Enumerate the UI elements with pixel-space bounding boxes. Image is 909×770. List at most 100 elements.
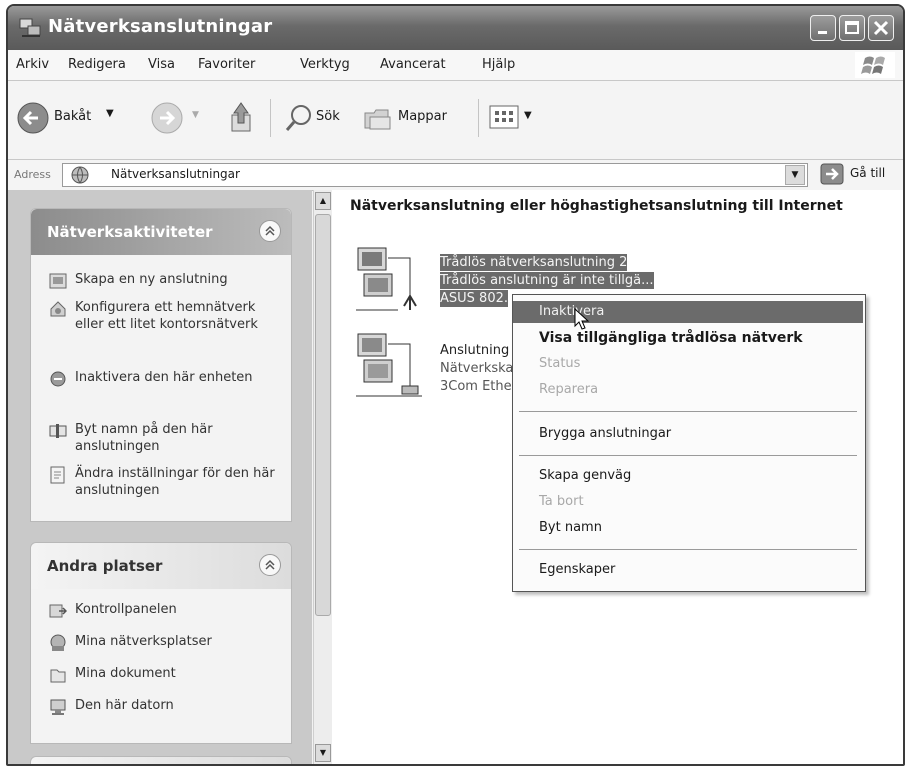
up-folder-icon[interactable] xyxy=(226,101,256,135)
scrollbar-thumb[interactable] xyxy=(315,214,331,616)
task-pane-scrollbar[interactable]: ▲ ▼ xyxy=(313,190,332,764)
maximize-icon xyxy=(845,21,859,34)
address-dropdown-button[interactable]: ▼ xyxy=(785,165,805,185)
chevron-down-icon: ▼ xyxy=(192,110,199,120)
menu-item-delete: Ta bort xyxy=(513,491,863,513)
network-tasks-panel: Nätverksaktiviteter Skapa en ny anslutni… xyxy=(30,208,292,522)
close-button[interactable] xyxy=(868,15,894,41)
toolbar: Bakåt ▼ ▼ Sök Mappar ▼ xyxy=(8,81,903,160)
forward-button[interactable]: ▼ xyxy=(150,101,210,135)
network-globe-icon xyxy=(71,166,89,184)
explorer-window: Nätverksanslutningar Arkiv Redigera Visa… xyxy=(6,4,905,766)
place-label: Kontrollpanelen xyxy=(75,602,177,617)
maximize-button[interactable] xyxy=(839,15,865,41)
chevron-up-icon xyxy=(265,559,275,570)
connection-name: Trådlös nätverksanslutning 2 xyxy=(440,254,628,271)
network-tasks-title: Nätverksaktiviteter xyxy=(47,223,213,241)
other-places-header[interactable]: Andra platser xyxy=(31,543,291,589)
chevron-up-icon: ▲ xyxy=(319,196,327,205)
task-pane: Nätverksaktiviteter Skapa en ny anslutni… xyxy=(8,190,312,764)
menu-item-bridge-connections[interactable]: Brygga anslutningar xyxy=(513,423,863,445)
menu-item-properties[interactable]: Egenskaper xyxy=(513,559,863,581)
mouse-cursor-icon xyxy=(574,308,590,330)
connection-device: ASUS 802. xyxy=(440,290,508,307)
task-label: Inaktivera den här enheten xyxy=(75,370,253,385)
go-label: Gå till xyxy=(850,166,886,180)
settings-icon xyxy=(50,466,65,484)
search-label: Sök xyxy=(316,109,340,124)
place-label: Mina dokument xyxy=(75,666,176,681)
place-label: Mina nätverksplatser xyxy=(75,634,212,649)
menu-item-repair: Reparera xyxy=(513,379,863,401)
details-panel xyxy=(30,756,292,764)
menu-verktyg[interactable]: Verktyg xyxy=(300,57,350,72)
chevron-down-icon: ▼ xyxy=(524,110,532,121)
folders-icon xyxy=(364,109,391,130)
task-label: Skapa en ny anslutning xyxy=(75,272,228,287)
menu-avancerat[interactable]: Avancerat xyxy=(380,57,446,72)
menu-redigera[interactable]: Redigera xyxy=(68,57,126,72)
address-input[interactable]: Nätverksanslutningar ▼ xyxy=(62,163,808,187)
menu-item-disable[interactable]: Inaktivera xyxy=(513,301,863,323)
menu-hjalp[interactable]: Hjälp xyxy=(482,57,515,72)
toolbar-divider xyxy=(478,99,479,137)
chevron-down-icon: ▼ xyxy=(319,748,327,757)
task-label: Ändra inställningar för den här anslutni… xyxy=(75,466,275,498)
go-arrow-icon xyxy=(820,163,844,185)
place-label: Den här datorn xyxy=(75,698,174,713)
windows-logo-icon xyxy=(855,52,895,78)
menu-separator xyxy=(519,411,857,412)
menu-item-create-shortcut[interactable]: Skapa genväg xyxy=(513,465,863,487)
search-button[interactable]: Sök xyxy=(284,103,354,133)
connection-device: 3Com Ethe xyxy=(440,379,512,394)
window-title: Nätverksanslutningar xyxy=(48,16,273,37)
menu-item-label: Skapa genväg xyxy=(539,468,632,483)
chevron-up-icon xyxy=(265,225,275,236)
toolbar-divider xyxy=(270,99,271,137)
views-button[interactable]: ▼ xyxy=(488,103,548,133)
connection-name: Anslutning xyxy=(440,343,510,358)
menu-item-rename[interactable]: Byt namn xyxy=(513,517,863,539)
address-label: Adress xyxy=(14,168,51,181)
details-header[interactable] xyxy=(31,757,291,764)
menu-bar: Arkiv Redigera Visa Favoriter Verktyg Av… xyxy=(8,50,903,81)
control-panel-icon xyxy=(49,604,67,618)
menu-separator xyxy=(519,549,857,550)
chevron-down-icon: ▼ xyxy=(106,108,114,119)
task-label: Byt namn på den här anslutningen xyxy=(75,422,213,454)
context-menu: Inaktivera Visa tillgängliga trådlösa nä… xyxy=(512,294,866,592)
menu-favoriter[interactable]: Favoriter xyxy=(198,57,255,72)
back-label: Bakåt xyxy=(54,109,92,124)
collapse-button[interactable] xyxy=(259,220,281,242)
go-button[interactable]: Gå till xyxy=(820,163,900,187)
other-places-title: Andra platser xyxy=(47,557,163,575)
lan-connection-icon xyxy=(356,333,422,397)
computer-icon xyxy=(50,699,66,715)
menu-item-label: Egenskaper xyxy=(539,562,616,577)
back-arrow-icon xyxy=(17,102,49,134)
collapse-button[interactable] xyxy=(259,554,281,576)
network-places-icon xyxy=(50,634,66,651)
menu-item-status: Status xyxy=(513,353,863,375)
title-bar[interactable]: Nätverksanslutningar xyxy=(8,6,903,50)
menu-item-label: Visa tillgängliga trådlösa nätverk xyxy=(539,330,803,346)
back-button[interactable]: Bakåt ▼ xyxy=(16,101,126,135)
documents-icon xyxy=(50,669,66,683)
menu-item-label: Status xyxy=(539,356,581,371)
forward-arrow-icon xyxy=(151,102,183,134)
network-tasks-header[interactable]: Nätverksaktiviteter xyxy=(31,209,291,255)
menu-item-view-wireless-networks[interactable]: Visa tillgängliga trådlösa nätverk xyxy=(513,327,863,349)
scroll-up-button[interactable]: ▲ xyxy=(315,192,331,210)
menu-item-label: Byt namn xyxy=(539,520,602,535)
minimize-button[interactable] xyxy=(810,15,836,41)
scroll-down-button[interactable]: ▼ xyxy=(315,744,331,762)
connection-status: Trådlös anslutning är inte tillgä... xyxy=(440,272,654,289)
connection-status: Nätverkska xyxy=(440,361,514,376)
folders-button[interactable]: Mappar xyxy=(362,103,472,133)
menu-visa[interactable]: Visa xyxy=(148,57,175,72)
address-bar: Adress Nätverksanslutningar ▼ Gå till xyxy=(8,160,903,191)
menu-arkiv[interactable]: Arkiv xyxy=(16,57,49,72)
close-icon xyxy=(873,20,889,36)
group-header: Nätverksanslutning eller höghastighetsan… xyxy=(350,198,843,214)
menu-item-label: Brygga anslutningar xyxy=(539,426,672,441)
